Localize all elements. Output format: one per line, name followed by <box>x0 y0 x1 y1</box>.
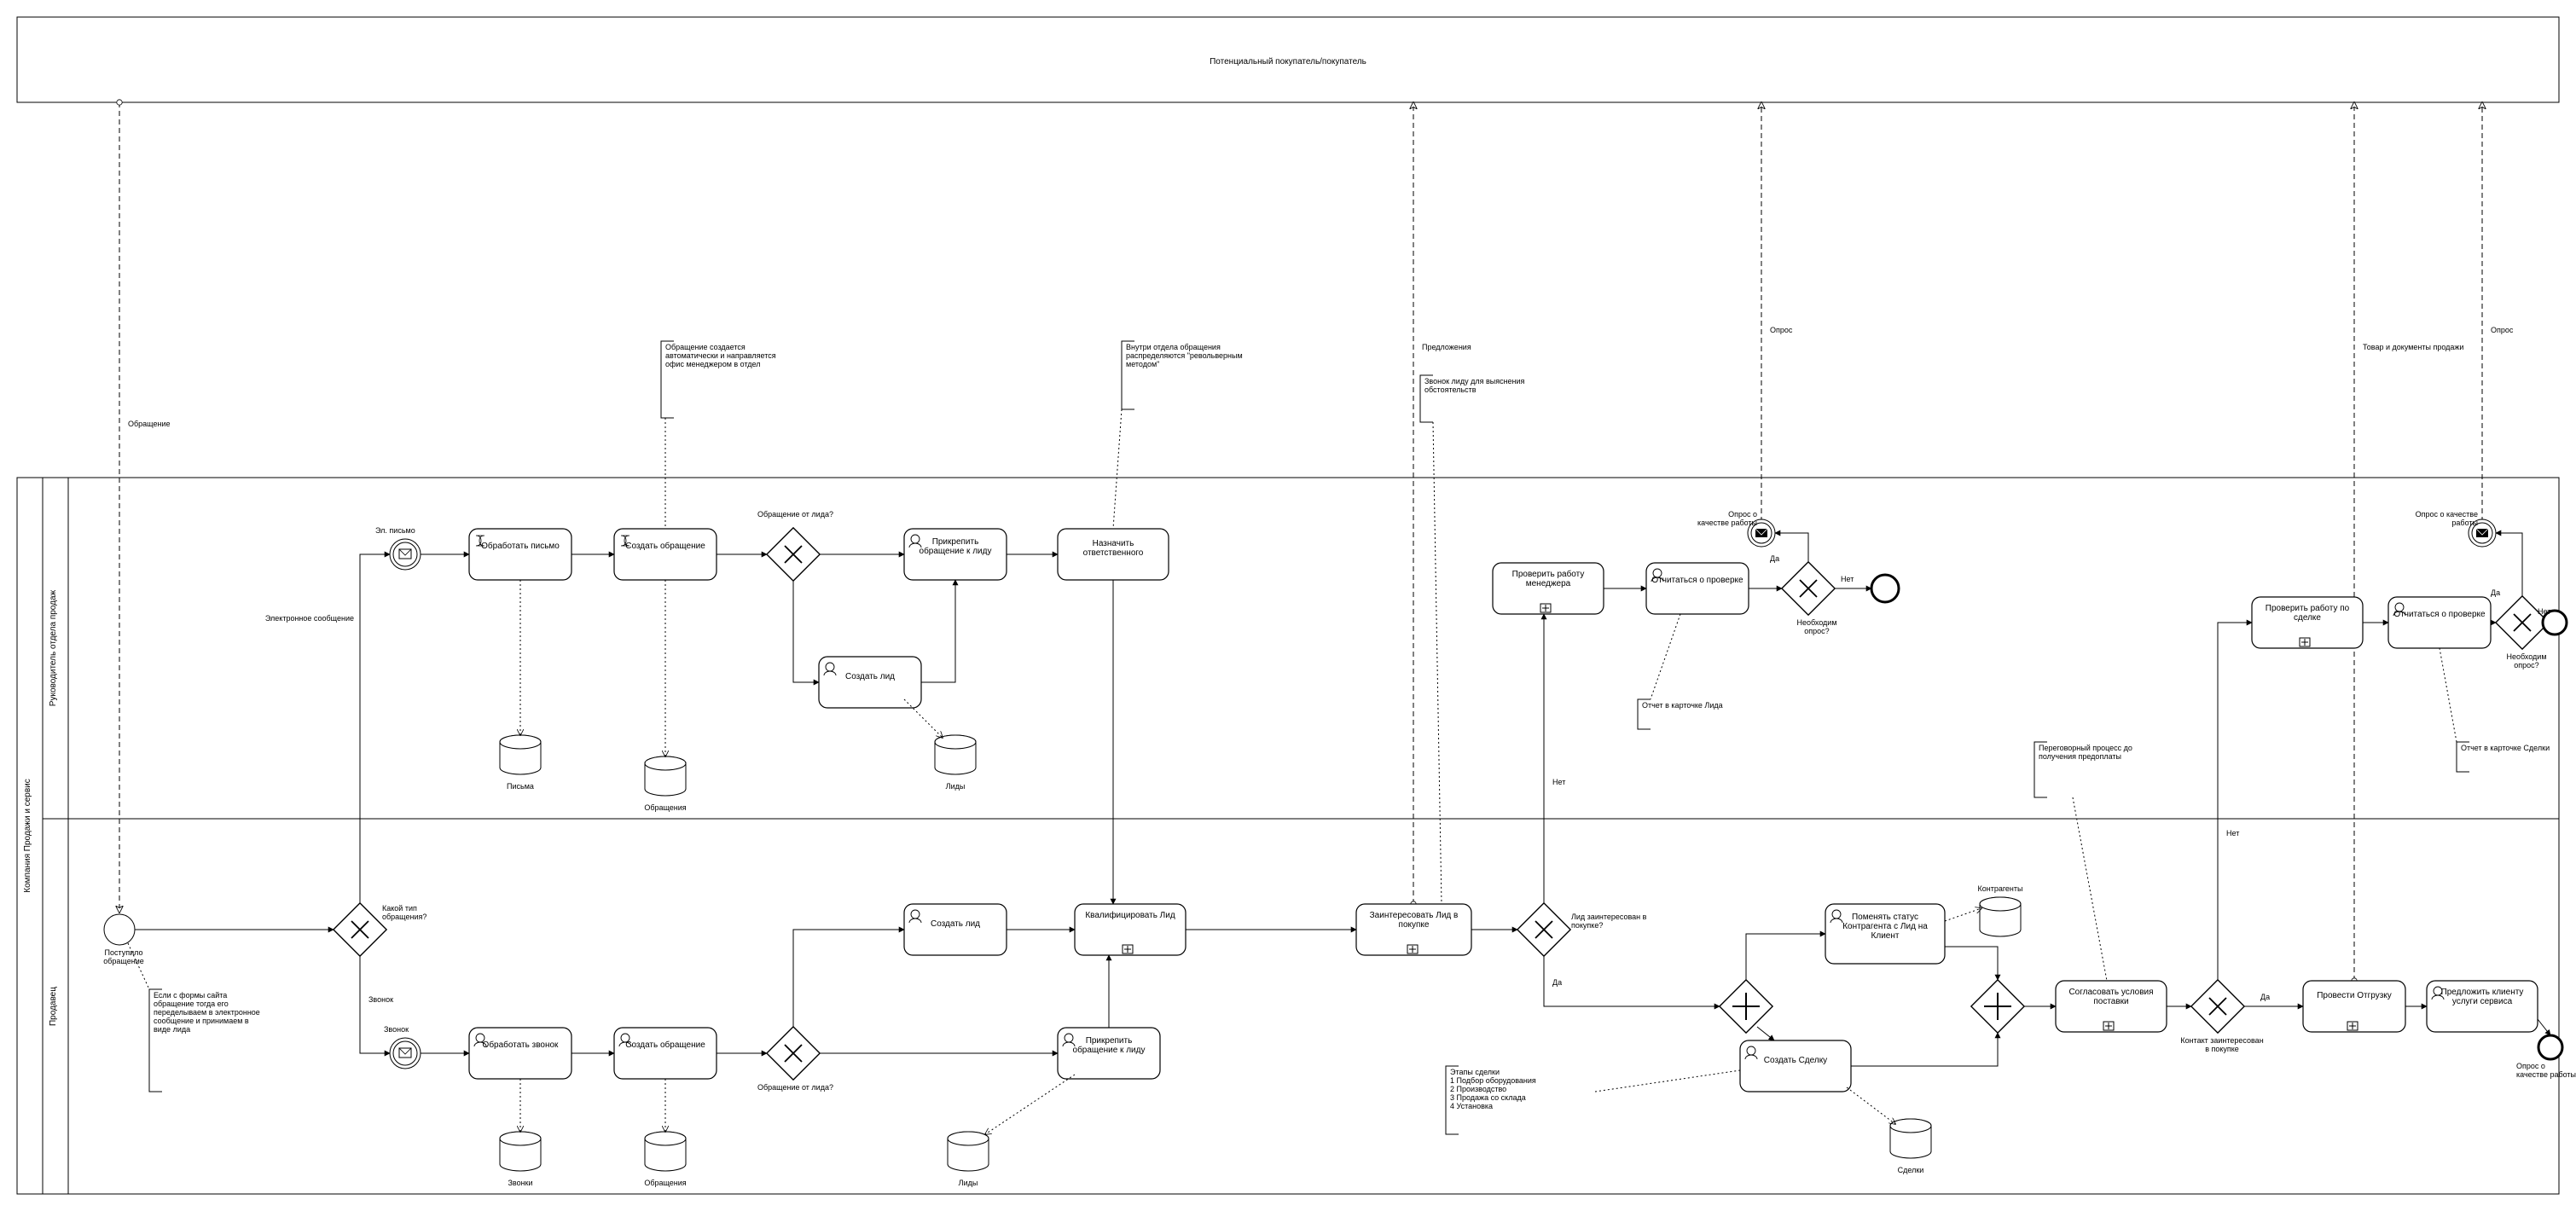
ds-requests-bot: Обращения <box>644 1132 686 1187</box>
task-interest-label: Заинтересовать Лид в покупке <box>1361 911 1467 930</box>
label-call-branch: Звонок <box>368 995 393 1004</box>
event-end1 <box>1871 575 1899 602</box>
task-create-lead-top-label: Создать лид <box>823 672 917 681</box>
ds-emails-label: Письма <box>507 782 534 791</box>
task-offer-service-label: Предложить клиенту услуги сервиса <box>2431 988 2533 1006</box>
annotation-auto-text: Обращение создается автоматически и напр… <box>665 343 776 368</box>
task-interest: Заинтересовать Лид в покупке <box>1356 904 1471 955</box>
label-no-survey2: Нет <box>2538 607 2550 616</box>
msg-survey1-label: Опрос <box>1770 326 1793 334</box>
label-yes-survey1: Да <box>1770 554 1779 563</box>
task-create-request-bot: Создать обращение <box>614 1028 717 1079</box>
task-create-request-bot-label: Создать обращение <box>618 1040 712 1050</box>
task-report1-label: Отчитаться о проверке <box>1651 576 1744 585</box>
gw-fromlead-bot-label: Обращение от лида? <box>755 1083 836 1092</box>
ds-contragents-label: Контрагенты <box>1977 884 2022 893</box>
label-no-ship: Нет <box>2226 829 2239 837</box>
lane-seller-title: Продавец <box>49 987 58 1026</box>
ds-leads-bot-label: Лиды <box>959 1179 978 1187</box>
task-process-call-label: Обработать звонок <box>473 1040 567 1050</box>
pool-buyer: Потенциальный покупатель/покупатель <box>17 17 2559 102</box>
gw-lead-interested-label: Лид заинтересован в покупке? <box>1571 913 1665 930</box>
gw-type-label: Какой тип обращения? <box>382 904 459 921</box>
task-create-lead-bot: Создать лид <box>904 904 1007 955</box>
label-email-msg: Электронное сообщение <box>260 614 354 623</box>
task-change-status-label: Поменять статус Контрагента с Лид на Кли… <box>1830 913 1941 941</box>
msg-offers-label: Предложения <box>1422 343 1471 351</box>
gw-contract-interested-label: Контакт заинтересован в покупке <box>2179 1036 2265 1053</box>
annotation-negotiation-text: Переговорный процесс до получения предоп… <box>2039 744 2150 761</box>
task-ship-label: Провести Отгрузку <box>2307 991 2401 1000</box>
task-check-deal: Проверить работу по сделке <box>2252 597 2363 648</box>
bpmn-diagram: Потенциальный покупатель/покупатель Комп… <box>0 0 2576 1217</box>
pool-buyer-title: Потенциальный покупатель/покупатель <box>1210 57 1366 67</box>
task-check-mgr: Проверить работу менеджера <box>1493 563 1604 614</box>
start-request-label: Поступило обращение <box>85 948 162 965</box>
annotation-report2-text: Отчет в карточке Сделки <box>2461 744 2555 752</box>
ds-leads-top-label: Лиды <box>946 782 966 791</box>
event-call-label: Звонок <box>384 1025 409 1034</box>
task-assign: Назначить ответственного <box>1058 529 1169 580</box>
annotation-revolver-text: Внутри отдела обращения распределяются "… <box>1126 343 1245 368</box>
task-attach-bot-label: Прикрепить обращение к лиду <box>1062 1036 1156 1055</box>
annotation-report1-text: Отчет в карточке Лида <box>1642 701 1744 710</box>
task-qualify: Квалифицировать Лид <box>1075 904 1186 955</box>
msg-goods-label: Товар и документы продажи <box>2363 343 2463 351</box>
task-report1: Отчитаться о проверке <box>1646 563 1749 614</box>
msg-request-label: Обращение <box>128 420 170 428</box>
annotation-form-text: Если с формы сайта обращение тогда его п… <box>154 991 264 1034</box>
task-process-email-label: Обработать письмо <box>473 542 567 551</box>
label-yes1: Да <box>1552 978 1562 987</box>
ds-requests-top: Обращения <box>644 756 686 812</box>
label-no-survey1: Нет <box>1841 575 1854 583</box>
task-agree-label: Согласовать условия поставки <box>2060 988 2162 1006</box>
task-check-deal-label: Проверить работу по сделке <box>2256 604 2358 623</box>
task-report2-label: Отчитаться о проверке <box>2393 610 2486 619</box>
task-create-lead-bot-label: Создать лид <box>908 919 1002 929</box>
task-attach-top-label: Прикрепить обращение к лиду <box>908 537 1002 556</box>
event-survey1-label: Опрос о качестве работы <box>1697 510 1757 527</box>
ds-contragents: Контрагенты <box>1977 884 2022 936</box>
task-assign-label: Назначить ответственного <box>1062 539 1164 558</box>
task-create-lead-top: Создать лид <box>819 657 921 708</box>
pool-company: Компания Продажи и сервис Руководитель о… <box>17 478 2559 1194</box>
event-email-label: Эл. письмо <box>375 526 415 535</box>
task-create-deal-label: Создать Сделку <box>1744 1056 1847 1065</box>
task-offer-service: Предложить клиенту услуги сервиса <box>2427 981 2538 1032</box>
task-create-request-top: Создать обращение <box>614 529 717 580</box>
task-report2: Отчитаться о проверке <box>2388 597 2491 648</box>
ds-requests-top-label: Обращения <box>644 803 686 812</box>
task-create-request-top-label: Создать обращение <box>618 542 712 551</box>
ds-calls-label: Звонки <box>508 1179 532 1187</box>
event-survey2-label: Опрос о качестве работы <box>2414 510 2478 527</box>
event-end-survey-label: Опрос о качестве работы <box>2516 1062 2576 1079</box>
task-attach-top: Прикрепить обращение к лиду <box>904 529 1007 580</box>
task-ship: Провести Отгрузку <box>2303 981 2405 1032</box>
task-create-deal: Создать Сделку <box>1740 1040 1851 1092</box>
ds-deals-label: Сделки <box>1898 1166 1924 1174</box>
lane-manager-title: Руководитель отдела продаж <box>49 589 58 706</box>
task-attach-bot: Прикрепить обращение к лиду <box>1058 1028 1160 1079</box>
pool-company-title: Компания Продажи и сервис <box>23 779 32 892</box>
task-process-email: Обработать письмо <box>469 529 571 580</box>
label-no1: Нет <box>1552 778 1565 786</box>
task-check-mgr-label: Проверить работу менеджера <box>1497 570 1599 588</box>
task-agree: Согласовать условия поставки <box>2056 981 2167 1032</box>
task-change-status: Поменять статус Контрагента с Лид на Кли… <box>1825 904 1945 964</box>
label-yes-ship: Да <box>2260 993 2270 1001</box>
ds-requests-bot-label: Обращения <box>644 1179 686 1187</box>
annotation-call-lead-text: Звонок лиду для выяснения обстоятельств <box>1424 377 1544 394</box>
task-qualify-label: Квалифицировать Лид <box>1079 911 1181 920</box>
msg-survey2-label: Опрос <box>2491 326 2514 334</box>
annotation-deal-stages-text: Этапы сделки 1 Подбор оборудования 2 Про… <box>1450 1068 1595 1110</box>
label-yes-survey2: Да <box>2491 588 2500 597</box>
gw-fromlead-top-label: Обращение от лида? <box>755 510 836 519</box>
gw-need-survey1-label: Необходим опрос? <box>1787 618 1847 635</box>
gw-need-survey2-label: Необходим опрос? <box>2497 652 2556 669</box>
task-process-call: Обработать звонок <box>469 1028 571 1079</box>
